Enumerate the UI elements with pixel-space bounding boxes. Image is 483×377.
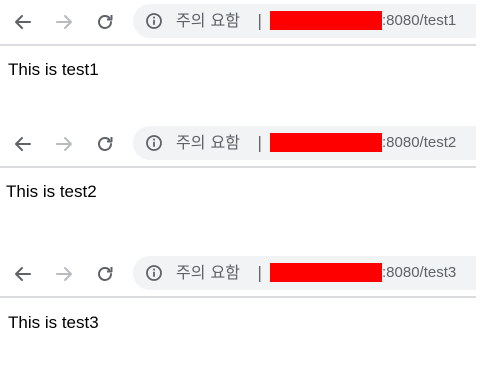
info-icon[interactable]: [145, 12, 163, 30]
redacted-host: [270, 133, 382, 152]
forward-button[interactable]: [50, 122, 78, 166]
browser-toolbar-3: 주의 요함 | :8080/test3: [0, 252, 476, 298]
browser-toolbar-2: 주의 요함 | :8080/test2: [0, 122, 476, 168]
back-button[interactable]: [9, 0, 37, 44]
info-icon[interactable]: [145, 264, 163, 282]
redacted-host: [270, 11, 382, 30]
url-text[interactable]: :8080/test3: [382, 263, 456, 283]
forward-arrow-icon: [56, 137, 72, 151]
browser-toolbar-1: 주의 요함 | :8080/test1: [0, 0, 476, 46]
info-icon[interactable]: [145, 134, 163, 152]
redacted-host: [270, 263, 382, 282]
forward-button[interactable]: [50, 252, 78, 296]
address-bar[interactable]: 주의 요함 | :8080/test3: [133, 256, 476, 290]
url-text[interactable]: :8080/test1: [382, 11, 456, 31]
back-arrow-icon: [15, 267, 31, 281]
page-body-text: This is test2: [6, 182, 97, 201]
url-separator: |: [257, 11, 263, 30]
reload-icon: [98, 15, 113, 29]
reload-button[interactable]: [91, 122, 119, 166]
back-button[interactable]: [9, 122, 37, 166]
forward-button[interactable]: [50, 0, 78, 44]
address-bar[interactable]: 주의 요함 | :8080/test2: [133, 126, 476, 160]
page-body-text: This is test1: [8, 60, 99, 79]
reload-icon: [98, 267, 113, 281]
url-separator: |: [257, 263, 263, 282]
reload-button[interactable]: [91, 0, 119, 44]
security-warning-label[interactable]: 주의 요함: [176, 11, 240, 31]
address-bar[interactable]: 주의 요함 | :8080/test1: [133, 4, 476, 38]
back-arrow-icon: [15, 15, 31, 29]
back-button[interactable]: [9, 252, 37, 296]
page-body-text: This is test3: [8, 313, 99, 332]
forward-arrow-icon: [56, 267, 72, 281]
back-arrow-icon: [15, 137, 31, 151]
forward-arrow-icon: [56, 15, 72, 29]
security-warning-label[interactable]: 주의 요함: [176, 263, 240, 283]
security-warning-label[interactable]: 주의 요함: [176, 133, 240, 153]
reload-button[interactable]: [91, 252, 119, 296]
url-text[interactable]: :8080/test2: [382, 133, 456, 153]
url-separator: |: [257, 133, 263, 152]
reload-icon: [98, 137, 113, 151]
